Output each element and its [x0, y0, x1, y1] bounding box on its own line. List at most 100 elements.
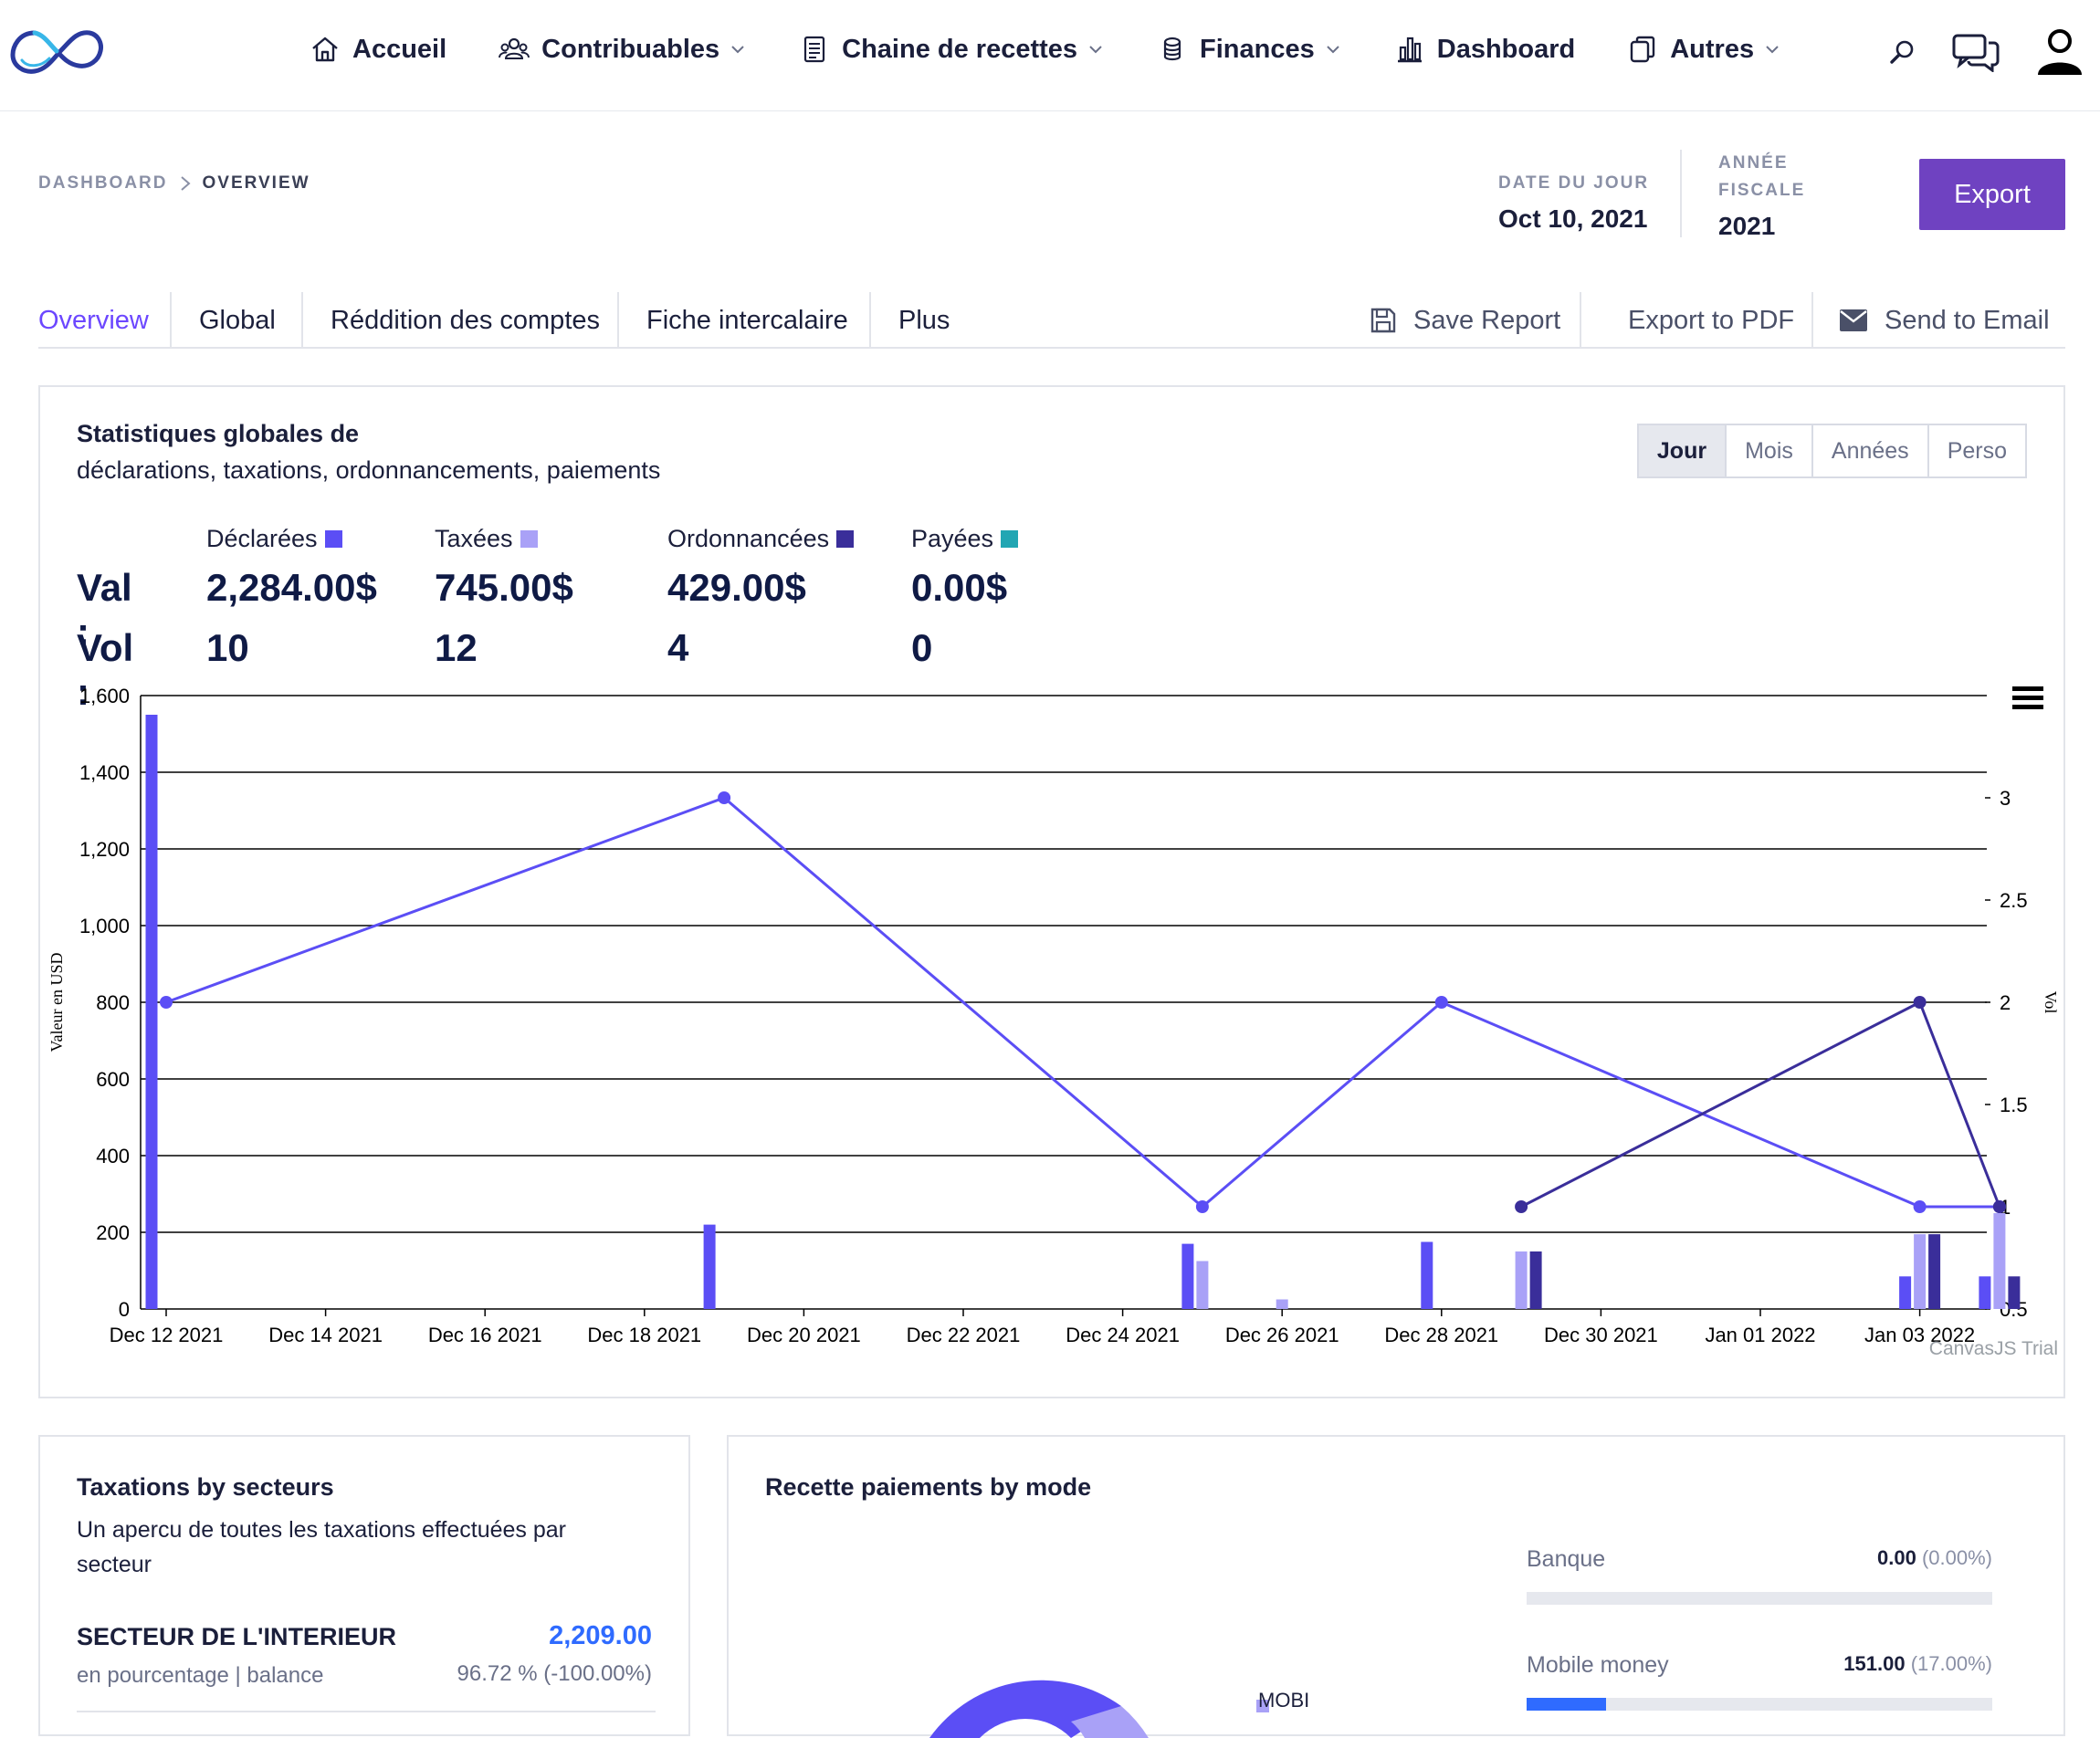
breadcrumb-dashboard[interactable]: DASHBOARD [38, 173, 168, 194]
envelope-icon [1840, 309, 1867, 331]
sector-note: en pourcentage | balance [77, 1663, 324, 1688]
x-axis-tick-label: Dec 12 2021 [110, 1324, 224, 1346]
nav-accueil[interactable]: Accueil [309, 33, 446, 66]
tab-overview[interactable]: Overview [38, 292, 172, 349]
export-pdf-button[interactable]: Export to PDF [1628, 292, 1794, 349]
y2-axis-tick-label: 3 [2000, 787, 2011, 810]
save-icon [1370, 308, 1396, 333]
bar-dclares [1899, 1276, 1912, 1309]
nav-contribuables-label: Contribuables [541, 34, 720, 64]
x-axis-tick-label: Dec 20 2021 [747, 1324, 861, 1346]
document-icon [804, 36, 825, 63]
chart-watermark: CanvasJS Trial [1929, 1338, 2058, 1359]
nav-finances[interactable]: Finances [1156, 33, 1342, 66]
bar-taxes [1515, 1251, 1528, 1309]
bar-ordonnances [2008, 1276, 2021, 1309]
nav-dashboard[interactable]: Dashboard [1393, 33, 1575, 66]
fiscal-label-line-2: FISCALE [1718, 181, 1806, 200]
bar-dclares [703, 1224, 716, 1309]
chevron-down-icon [731, 46, 744, 54]
infinity-logo-icon[interactable] [7, 20, 104, 80]
nav-chaine-recettes[interactable]: Chaine de recettes [798, 33, 1105, 66]
y2-axis-title: Vol [2042, 991, 2060, 1014]
mode-mobile-progress-fill [1527, 1698, 1606, 1711]
tab-action-divider [1580, 292, 1581, 349]
line-point [1515, 1200, 1528, 1213]
sector-percentage: 96.72 % (-100.00%) [457, 1661, 652, 1686]
line-point [160, 996, 173, 1009]
user-icon[interactable] [2036, 27, 2084, 77]
line-point [1195, 1200, 1209, 1213]
payment-mode-card: Recette paiements by mode Banque 0.00 (0… [727, 1435, 2065, 1738]
top-navigation: Accueil Contribuables Chaine de recettes… [0, 0, 2100, 111]
nav-autres[interactable]: Autres [1626, 33, 1781, 66]
sector-card-subtitle: Un apercu de toutes les taxations effect… [77, 1517, 566, 1577]
chart-menu-icon[interactable] [2012, 686, 2043, 709]
export-button[interactable]: Export [1919, 159, 2065, 230]
y-axis-tick-label: 400 [96, 1145, 130, 1167]
stats-chart: 02004006008001,0001,2001,4001,6000.511.5… [47, 685, 2060, 1359]
send-email-label: Send to Email [1885, 305, 2050, 335]
nav-autres-label: Autres [1670, 34, 1755, 64]
payment-mode-title: Recette paiements by mode [765, 1473, 1092, 1501]
y-axis-tick-label: 1,200 [79, 838, 130, 861]
mode-mobile-amount: 151.00 [1843, 1652, 1906, 1675]
sector-amount: 2,209.00 [549, 1621, 652, 1650]
line-point [1913, 1200, 1927, 1213]
y-axis-tick-label: 0 [119, 1298, 130, 1321]
mode-row-banque: Banque 0.00 (0.00%) [1527, 1546, 1992, 1605]
line-series-ordonnances [1520, 1000, 2001, 1209]
tab-global[interactable]: Global [172, 292, 303, 349]
bar-ordonnances [1529, 1251, 1542, 1309]
y2-axis-tick-label: 2.5 [2000, 889, 2028, 912]
mode-mobile-percent: (17.00%) [1910, 1652, 1992, 1675]
chat-icon[interactable] [1952, 32, 2000, 72]
bar-dclares [1421, 1241, 1433, 1309]
mode-mobile-progress [1527, 1698, 1992, 1711]
mode-banque-percent: (0.00%) [1921, 1546, 1992, 1569]
line-point [1434, 996, 1448, 1009]
breadcrumb: DASHBOARD OVERVIEW [38, 173, 310, 194]
export-pdf-label: Export to PDF [1628, 305, 1795, 335]
nav-contribuables[interactable]: Contribuables [498, 33, 747, 66]
chevron-down-icon [1327, 46, 1339, 54]
mode-banque-amount: 0.00 [1877, 1546, 1916, 1569]
bar-dclares [145, 715, 158, 1309]
date-block: DATE DU JOUR Oct 10, 2021 [1498, 170, 1649, 234]
tab-fiche-intercalaire[interactable]: Fiche intercalaire [619, 292, 871, 349]
sector-name: SECTEUR DE L'INTERIEUR [77, 1623, 396, 1650]
tab-reddition-des-comptes[interactable]: Réddition des comptes [303, 292, 619, 349]
bar-chart-icon [1397, 37, 1422, 63]
y-axis-tick-label: 1,000 [79, 915, 130, 937]
sector-card-title: Taxations by secteurs [77, 1473, 334, 1501]
bar-dclares [1181, 1243, 1194, 1309]
mode-mobile-value: 151.00 (17.00%) [1843, 1652, 1992, 1676]
mode-banque-value: 0.00 (0.00%) [1877, 1546, 1992, 1570]
coins-icon [1163, 37, 1181, 61]
y-axis-tick-label: 800 [96, 991, 130, 1014]
x-axis-tick-label: Dec 24 2021 [1066, 1324, 1180, 1346]
sector-divider [77, 1711, 656, 1712]
y-axis-tick-label: 600 [96, 1068, 130, 1091]
tab-plus[interactable]: Plus [871, 292, 977, 349]
menu-bar [2012, 705, 2043, 709]
x-axis-tick-label: Dec 16 2021 [428, 1324, 542, 1346]
nav-chaine-recettes-label: Chaine de recettes [842, 34, 1078, 64]
send-email-button[interactable]: Send to Email [1839, 292, 2050, 349]
report-tabs: Overview Global Réddition des comptes Fi… [38, 292, 2065, 349]
y2-axis-tick-label: 1.5 [2000, 1094, 2028, 1116]
save-report-button[interactable]: Save Report [1370, 292, 1560, 349]
y-axis-tick-label: 1,600 [79, 685, 130, 707]
bar-taxes [1196, 1261, 1209, 1309]
chevron-down-icon [1766, 46, 1779, 54]
menu-bar [2012, 686, 2043, 691]
people-icon [499, 37, 530, 59]
x-axis-tick-label: Dec 28 2021 [1384, 1324, 1498, 1346]
tab-action-divider [1811, 292, 1813, 349]
date-label: DATE DU JOUR [1498, 173, 1650, 193]
main-menu: Accueil Contribuables Chaine de recettes… [309, 33, 1832, 66]
x-axis-tick-label: Dec 30 2021 [1544, 1324, 1658, 1346]
fiscal-label-line-1: ANNÉE [1718, 153, 1789, 173]
x-axis-tick-label: Jan 01 2022 [1705, 1324, 1815, 1346]
search-icon[interactable] [1888, 38, 1916, 66]
